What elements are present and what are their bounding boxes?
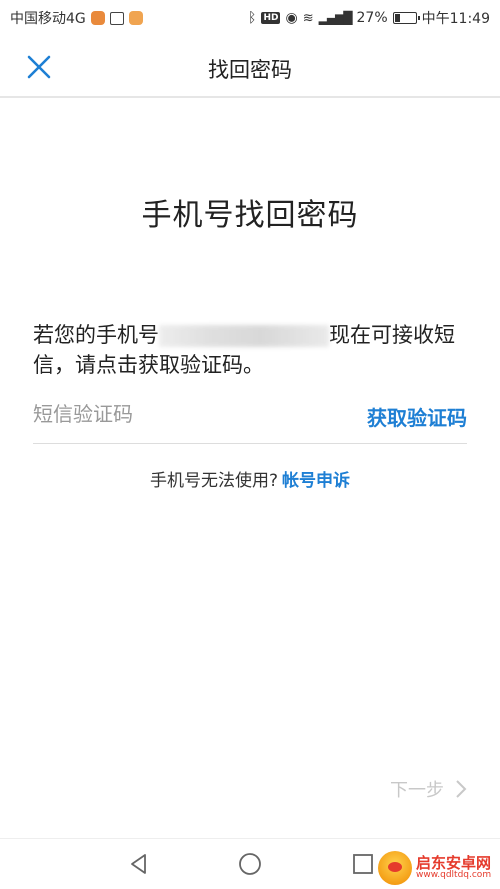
watermark-name: 启东安卓网 <box>416 853 492 872</box>
help-text: 手机号无法使用? <box>149 471 279 491</box>
recovery-description: 若您的手机号 现在可接收短信，请点击获取验证码。 <box>33 320 473 380</box>
next-step-label: 下一步 <box>390 780 444 801</box>
watermark-logo-icon <box>378 851 412 885</box>
sms-code-row: 获取验证码 <box>33 392 467 444</box>
screen: 中国移动4G ᛒ HD ◉ ≋ ▂▄▆█ 27% 中午11:49 找回密码 手机… <box>0 0 500 889</box>
hd-icon: HD <box>261 12 281 24</box>
wifi-icon: ≋ <box>302 10 314 26</box>
sms-code-input[interactable] <box>33 396 293 432</box>
status-right: ᛒ HD ◉ ≋ ▂▄▆█ 27% 中午11:49 <box>248 8 490 28</box>
account-appeal-link[interactable]: 帐号申诉 <box>282 471 350 491</box>
signal-icon: ▂▄▆█ <box>318 11 353 25</box>
battery-icon <box>392 12 420 24</box>
watermark-url: www.qdltdq.com <box>416 870 492 881</box>
message-icon <box>128 11 143 25</box>
home-icon[interactable] <box>237 851 263 877</box>
clock: 中午11:49 <box>421 11 490 27</box>
battery-percent: 27% <box>356 10 388 26</box>
image-icon <box>109 11 124 25</box>
masked-phone-number <box>159 325 329 347</box>
notification-icon <box>90 11 105 25</box>
chevron-right-icon <box>456 780 467 798</box>
recovery-heading: 手机号找回密码 <box>141 198 359 233</box>
carrier-label: 中国移动4G <box>10 11 86 27</box>
navigation-bar: 找回密码 <box>0 36 500 98</box>
status-left: 中国移动4G <box>10 8 143 28</box>
description-prefix: 若您的手机号 <box>33 323 159 347</box>
bluetooth-icon: ᛒ <box>248 10 257 26</box>
eye-icon: ◉ <box>285 10 298 26</box>
get-code-button[interactable]: 获取验证码 <box>367 402 467 431</box>
back-icon[interactable] <box>126 851 152 877</box>
next-step-button[interactable]: 下一步 <box>390 776 468 802</box>
watermark: 启东安卓网 www.qdltdq.com <box>378 848 500 888</box>
watermark-text: 启东安卓网 www.qdltdq.com <box>416 855 491 881</box>
help-line: 手机号无法使用? 帐号申诉 <box>0 466 500 491</box>
status-bar: 中国移动4G ᛒ HD ◉ ≋ ▂▄▆█ 27% 中午11:49 <box>0 0 500 36</box>
page-title: 找回密码 <box>208 58 292 82</box>
recent-apps-icon[interactable] <box>350 851 376 877</box>
